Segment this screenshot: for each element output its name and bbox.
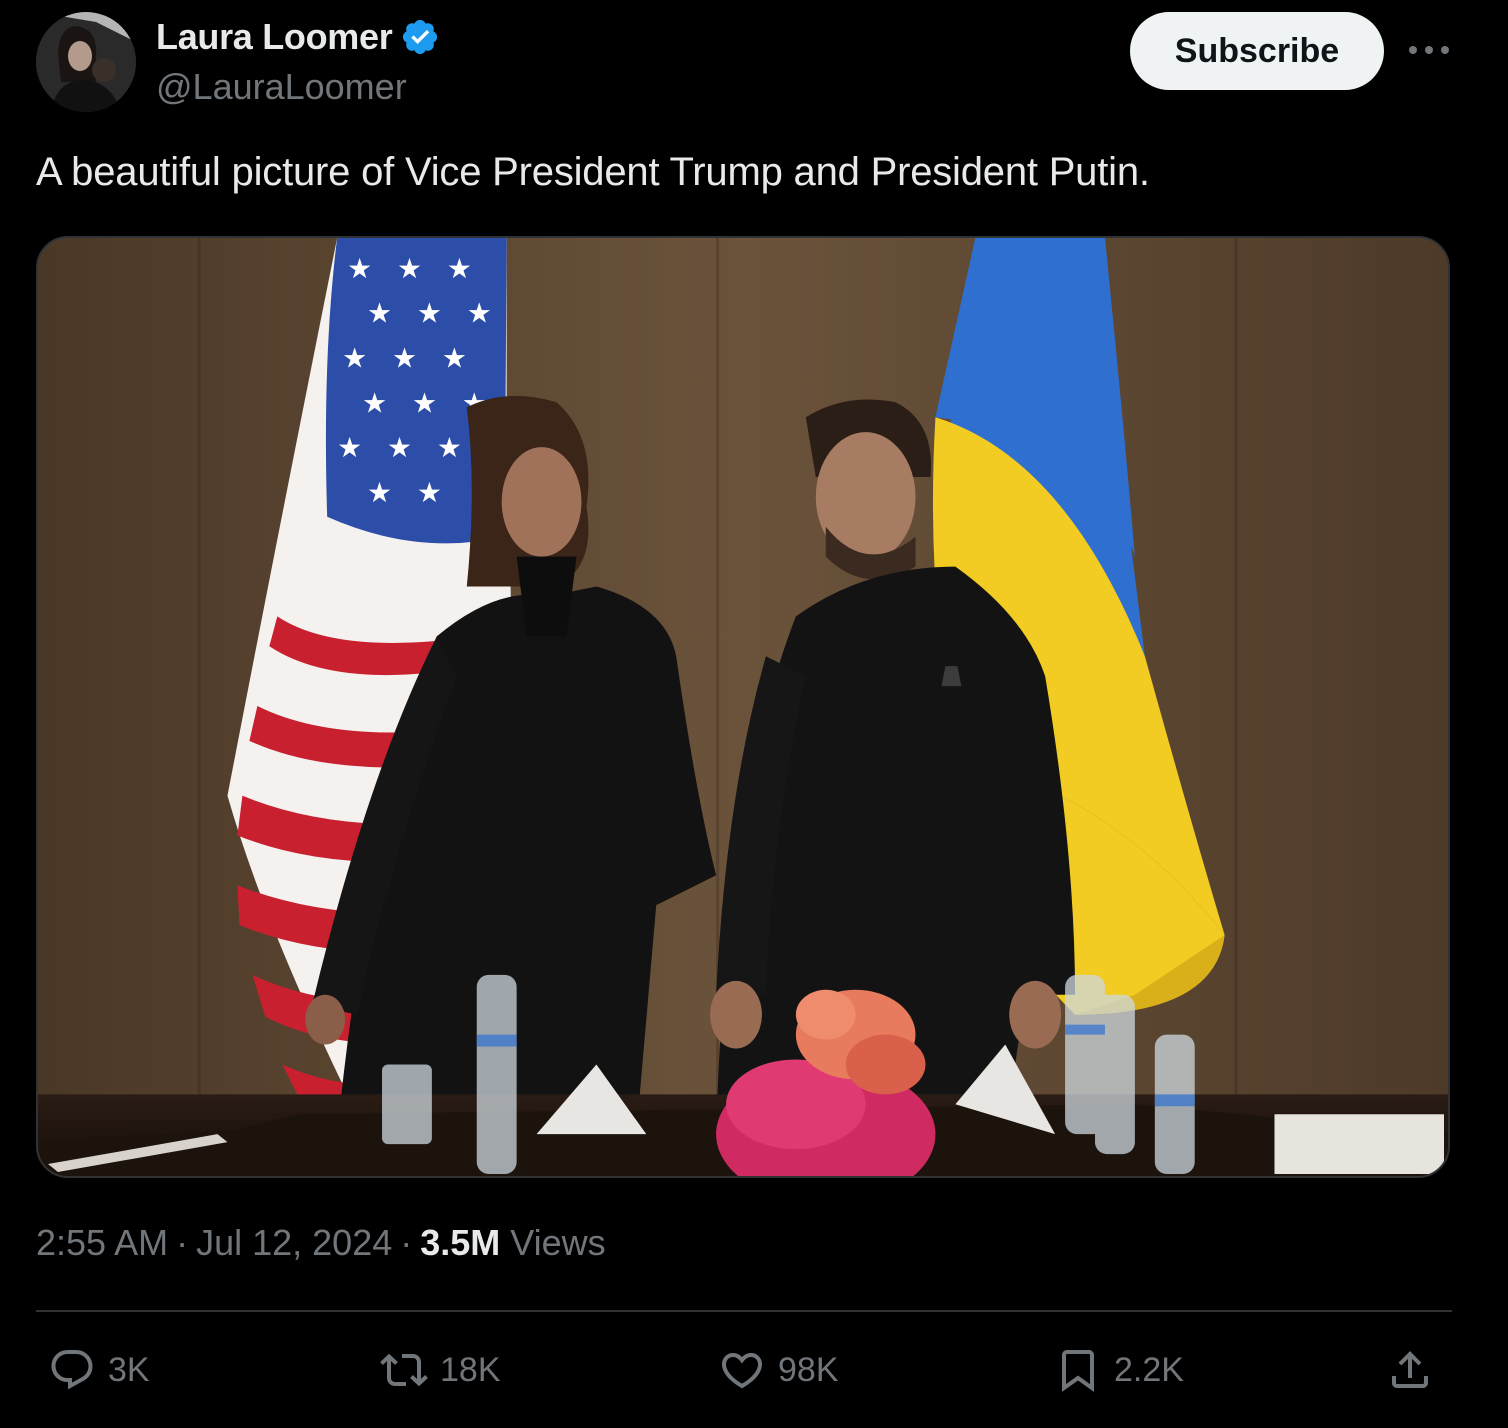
like-button[interactable]: 98K	[718, 1340, 839, 1400]
author-handle[interactable]: @LauraLoomer	[156, 66, 407, 108]
reply-button[interactable]: 3K	[48, 1340, 150, 1400]
bookmark-icon	[1062, 1350, 1094, 1392]
action-bar: 3K 18K 98K 2.2K	[0, 1340, 1508, 1400]
svg-text:★: ★	[442, 341, 467, 374]
svg-text:★: ★	[412, 386, 437, 419]
svg-text:★: ★	[417, 297, 442, 330]
svg-text:★: ★	[367, 297, 392, 330]
views-label: Views	[510, 1222, 606, 1263]
share-button[interactable]	[1386, 1340, 1434, 1400]
tweet-meta: 2:55 AM · Jul 12, 2024 · 3.5M Views	[36, 1222, 606, 1264]
repost-icon	[380, 1353, 428, 1387]
avatar-image	[36, 12, 136, 112]
svg-text:★: ★	[447, 252, 472, 285]
ellipsis-icon	[1409, 46, 1449, 54]
verified-badge-icon	[403, 19, 438, 55]
reply-count: 3K	[108, 1350, 150, 1389]
svg-text:★: ★	[367, 476, 392, 509]
photo-image: ★ ★ ★ ★ ★ ★ ★ ★ ★ ★ ★ ★ ★ ★ ★ ★ ★	[38, 238, 1448, 1176]
avatar[interactable]	[36, 12, 136, 112]
views-count: 3.5M	[420, 1222, 501, 1263]
subscribe-button[interactable]: Subscribe	[1130, 12, 1384, 90]
more-button[interactable]	[1404, 30, 1454, 70]
author-name-row[interactable]: Laura Loomer	[156, 14, 440, 60]
heart-icon	[721, 1353, 763, 1389]
like-count: 98K	[778, 1350, 839, 1389]
tweet-text: A beautiful picture of Vice President Tr…	[36, 150, 1150, 194]
meta-separator: ·	[400, 1222, 413, 1263]
svg-text:★: ★	[437, 431, 462, 464]
meta-separator: ·	[176, 1222, 189, 1263]
divider	[36, 1310, 1452, 1312]
svg-text:★: ★	[342, 341, 367, 374]
repost-count: 18K	[440, 1350, 501, 1389]
svg-text:★: ★	[387, 431, 412, 464]
tweet-photo[interactable]: ★ ★ ★ ★ ★ ★ ★ ★ ★ ★ ★ ★ ★ ★ ★ ★ ★	[36, 236, 1450, 1178]
svg-text:★: ★	[337, 431, 362, 464]
bookmark-count: 2.2K	[1114, 1350, 1184, 1389]
bookmark-button[interactable]: 2.2K	[1054, 1340, 1184, 1400]
svg-text:★: ★	[417, 476, 442, 509]
tweet: Laura Loomer @LauraLoomer Subscribe A be…	[0, 0, 1508, 1428]
reply-icon	[51, 1350, 93, 1390]
svg-text:★: ★	[362, 386, 387, 419]
repost-button[interactable]: 18K	[380, 1340, 501, 1400]
tweet-time[interactable]: 2:55 AM	[36, 1222, 168, 1264]
share-icon	[1392, 1351, 1428, 1388]
tweet-date[interactable]: Jul 12, 2024	[196, 1222, 392, 1264]
svg-text:★: ★	[392, 341, 417, 374]
display-name[interactable]: Laura Loomer	[156, 16, 393, 58]
svg-text:★: ★	[347, 252, 372, 285]
svg-text:★: ★	[397, 252, 422, 285]
svg-text:★: ★	[467, 297, 492, 330]
